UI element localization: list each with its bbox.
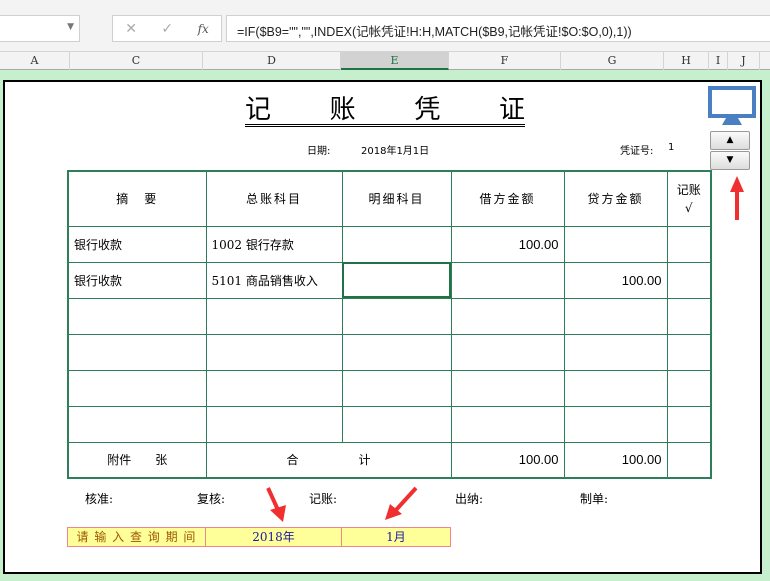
query-year[interactable]: 2018年 — [206, 528, 342, 546]
cell[interactable] — [666, 405, 712, 443]
cell-debit[interactable] — [450, 261, 565, 299]
signature-approve: 核准: — [85, 492, 114, 506]
cell-summary[interactable]: 银行收款 — [67, 261, 207, 299]
spin-down-button[interactable]: ▼ — [710, 151, 750, 170]
query-label: 请 输 入 查 询 期 间 — [68, 528, 206, 546]
column-header-e[interactable]: E — [341, 52, 449, 70]
column-header-g[interactable]: G — [561, 52, 664, 70]
formula-input[interactable]: =IF($B9="","",INDEX(记帐凭证!H:H,MATCH($B9,记… — [226, 15, 770, 42]
header-credit: 贷方金额 — [563, 170, 668, 227]
cell-summary[interactable]: 银行收款 — [67, 225, 207, 263]
insert-function-icon[interactable]: fx — [198, 22, 209, 36]
table-header-row: 摘 要 总账科目 明细科目 借方金额 贷方金额 记账 √ — [67, 170, 712, 227]
voucher-number-label: 凭证号: — [620, 146, 654, 157]
column-header-d[interactable]: D — [203, 52, 341, 70]
header-debit: 借方金额 — [450, 170, 565, 227]
cancel-icon[interactable]: ✕ — [125, 21, 137, 37]
name-box[interactable]: ▼ — [0, 15, 80, 42]
cell[interactable] — [67, 333, 207, 371]
attachments-cell[interactable]: 附件 张 — [67, 441, 207, 479]
title-char: 证 — [498, 95, 525, 125]
cell[interactable] — [666, 333, 712, 371]
cell-debit[interactable]: 100.00 — [450, 225, 565, 263]
signature-review: 复核: — [197, 492, 226, 506]
monitor-icon[interactable] — [708, 86, 756, 126]
check-icon: √ — [684, 200, 693, 215]
spin-up-button[interactable]: ▲ — [710, 131, 750, 150]
voucher-number: 1 — [668, 142, 675, 153]
table-row — [67, 369, 712, 407]
enter-icon[interactable]: ✓ — [161, 21, 173, 37]
column-headers: A C D E F G H I J — [0, 52, 770, 70]
cell-detail[interactable] — [341, 225, 452, 263]
posted-label: 记账 — [676, 182, 701, 197]
total-row: 附件 张 合 计 100.00 100.00 — [67, 441, 712, 479]
chevron-down-icon[interactable]: ▼ — [67, 22, 74, 32]
signature-cashier: 出纳: — [455, 492, 484, 506]
cell[interactable] — [666, 297, 712, 335]
query-period: 请 输 入 查 询 期 间 2018年 1月 — [67, 527, 451, 547]
voucher-table: 摘 要 总账科目 明细科目 借方金额 贷方金额 记账 √ 银行收款 1002 银行… — [67, 170, 712, 479]
cell[interactable] — [67, 297, 207, 335]
title-char: 凭 — [414, 95, 441, 125]
column-header-j[interactable]: J — [728, 52, 760, 70]
credit-total[interactable]: 100.00 — [563, 441, 668, 479]
cell[interactable] — [341, 369, 452, 407]
cell-posted[interactable] — [666, 261, 712, 299]
table-row: 银行收款 5101 商品销售收入 100.00 — [67, 261, 712, 299]
debit-total[interactable]: 100.00 — [450, 441, 565, 479]
date-label: 日期: — [307, 146, 331, 157]
cell[interactable] — [563, 369, 668, 407]
cell[interactable] — [341, 297, 452, 335]
total-label: 合 计 — [205, 441, 452, 479]
date-value: 2018年1月1日 — [361, 146, 430, 157]
column-header-h[interactable]: H — [664, 52, 709, 70]
cell[interactable] — [341, 405, 452, 443]
cell[interactable] — [666, 441, 712, 479]
header-summary: 摘 要 — [67, 170, 207, 227]
table-row: 银行收款 1002 银行存款 100.00 — [67, 225, 712, 263]
column-header-a[interactable]: A — [0, 52, 70, 70]
cell[interactable] — [67, 405, 207, 443]
table-row — [67, 297, 712, 335]
cell-account[interactable]: 1002 银行存款 — [205, 225, 343, 263]
table-row — [67, 405, 712, 443]
cell-posted[interactable] — [666, 225, 712, 263]
column-header-f[interactable]: F — [449, 52, 561, 70]
cell[interactable] — [205, 333, 343, 371]
cell[interactable] — [205, 405, 343, 443]
cell[interactable] — [563, 405, 668, 443]
cell[interactable] — [67, 369, 207, 407]
cell[interactable] — [563, 333, 668, 371]
signature-preparer: 制单: — [580, 492, 609, 506]
cell[interactable] — [450, 369, 565, 407]
column-header-c[interactable]: C — [70, 52, 203, 70]
cell-credit[interactable] — [563, 225, 668, 263]
cell-account[interactable]: 5101 商品销售收入 — [205, 261, 343, 299]
table-row — [67, 333, 712, 371]
cell[interactable] — [205, 369, 343, 407]
header-general-account: 总账科目 — [205, 170, 343, 227]
column-header-i[interactable]: I — [709, 52, 728, 70]
voucher-title: 记 账 凭 证 — [245, 95, 525, 127]
cell[interactable] — [450, 297, 565, 335]
cell-detail-selected[interactable] — [341, 261, 452, 299]
header-posted: 记账 √ — [666, 170, 712, 227]
cell[interactable] — [205, 297, 343, 335]
cell[interactable] — [450, 333, 565, 371]
cell[interactable] — [666, 369, 712, 407]
signature-bookkeeper: 记账: — [309, 492, 338, 506]
cell[interactable] — [450, 405, 565, 443]
cell[interactable] — [341, 333, 452, 371]
cell[interactable] — [563, 297, 668, 335]
cell-credit[interactable]: 100.00 — [563, 261, 668, 299]
title-char: 记 — [245, 95, 272, 125]
query-month[interactable]: 1月 — [342, 528, 450, 546]
header-detail-account: 明细科目 — [341, 170, 452, 227]
formula-buttons: ✕ ✓ fx — [112, 15, 222, 42]
title-char: 账 — [329, 95, 356, 125]
